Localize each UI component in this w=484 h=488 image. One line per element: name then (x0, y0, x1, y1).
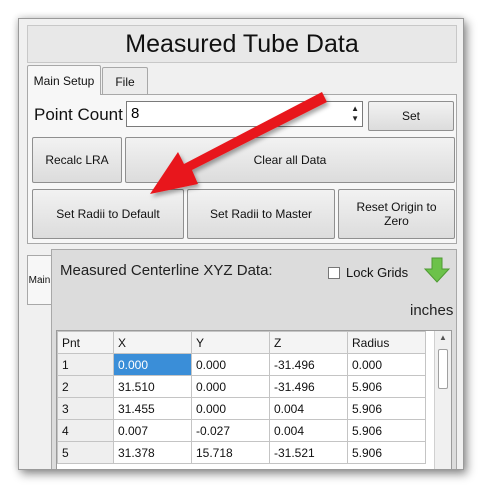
lock-grids-checkbox[interactable]: Lock Grids (328, 265, 408, 280)
table-row: 5 31.378 15.718 -31.521 5.906 (57, 441, 426, 464)
col-header-y[interactable]: Y (191, 331, 270, 354)
cell-pnt[interactable]: 3 (57, 397, 114, 420)
tab-main-setup[interactable]: Main Setup (27, 65, 101, 95)
cell-pnt[interactable]: 2 (57, 375, 114, 398)
cell-radius[interactable]: 5.906 (347, 397, 426, 420)
side-tab-main[interactable]: Main (27, 255, 51, 305)
units-label: inches (410, 302, 454, 319)
recalc-lra-button[interactable]: Recalc LRA (32, 137, 122, 183)
col-header-z[interactable]: Z (269, 331, 348, 354)
cell-x[interactable]: 31.378 (113, 441, 192, 464)
set-radii-default-button[interactable]: Set Radii to Default (32, 189, 184, 239)
cell-radius[interactable]: 5.906 (347, 441, 426, 464)
cell-z[interactable]: 0.004 (269, 419, 348, 442)
cell-x[interactable]: 31.455 (113, 397, 192, 420)
measured-tube-data-window: Measured Tube Data Main Setup File Point… (18, 18, 464, 470)
cell-y[interactable]: 0.000 (191, 397, 270, 420)
data-panel: Main Measured Centerline XYZ Data: Lock … (27, 247, 457, 469)
spin-arrows-icon[interactable]: ▲ ▼ (351, 104, 359, 124)
cell-y[interactable]: 15.718 (191, 441, 270, 464)
table-row: 3 31.455 0.000 0.004 5.906 (57, 397, 426, 420)
cell-z[interactable]: -31.496 (269, 375, 348, 398)
checkbox-icon[interactable] (328, 266, 340, 279)
reset-origin-button[interactable]: Reset Origin to Zero (338, 189, 455, 239)
cell-pnt[interactable]: 5 (57, 441, 114, 464)
lock-grids-label: Lock Grids (346, 265, 409, 280)
cell-radius[interactable]: 5.906 (347, 419, 426, 442)
col-header-radius[interactable]: Radius (347, 331, 426, 354)
cell-z[interactable]: -31.521 (269, 441, 348, 464)
col-header-x[interactable]: X (113, 331, 192, 354)
cell-pnt[interactable]: 1 (57, 353, 114, 376)
cell-radius[interactable]: 0.000 (347, 353, 426, 376)
window-title: Measured Tube Data (27, 25, 457, 63)
xyz-data-title: Measured Centerline XYZ Data: (60, 262, 273, 279)
cell-y[interactable]: -0.027 (191, 419, 270, 442)
cell-z[interactable]: -31.496 (269, 353, 348, 376)
scroll-thumb[interactable] (438, 349, 448, 389)
table-header-row: Pnt X Y Z Radius (57, 331, 426, 354)
point-count-value: 8 (131, 105, 140, 122)
cell-x[interactable]: 31.510 (113, 375, 192, 398)
green-down-arrow-icon[interactable] (422, 255, 452, 285)
clear-all-data-button[interactable]: Clear all Data (125, 137, 455, 183)
cell-y[interactable]: 0.000 (191, 375, 270, 398)
set-button[interactable]: Set (368, 101, 454, 131)
cell-radius[interactable]: 5.906 (347, 375, 426, 398)
point-count-spinbox[interactable]: 8 ▲ ▼ (126, 101, 363, 127)
table-scrollbar[interactable]: ▲ (434, 331, 451, 469)
xyz-data-section: Measured Centerline XYZ Data: Lock Grids… (51, 249, 457, 469)
main-setup-panel: Point Count 8 ▲ ▼ Set Recalc LRA Clear al… (27, 94, 457, 244)
set-radii-master-button[interactable]: Set Radii to Master (187, 189, 335, 239)
cell-y[interactable]: 0.000 (191, 353, 270, 376)
table-row: 4 0.007 -0.027 0.004 5.906 (57, 419, 426, 442)
point-count-label: Point Count (34, 105, 123, 124)
tab-file[interactable]: File (102, 67, 148, 95)
cell-pnt[interactable]: 4 (57, 419, 114, 442)
cell-z[interactable]: 0.004 (269, 397, 348, 420)
table-row: 2 31.510 0.000 -31.496 5.906 (57, 375, 426, 398)
cell-x[interactable]: 0.007 (113, 419, 192, 442)
xyz-data-table: Pnt X Y Z Radius 1 0.000 0.000 -31.496 0… (56, 330, 452, 469)
scroll-up-icon[interactable]: ▲ (439, 333, 447, 342)
cell-x[interactable]: 0.000 (113, 353, 192, 376)
col-header-pnt[interactable]: Pnt (57, 331, 114, 354)
table-row: 1 0.000 0.000 -31.496 0.000 (57, 353, 426, 376)
